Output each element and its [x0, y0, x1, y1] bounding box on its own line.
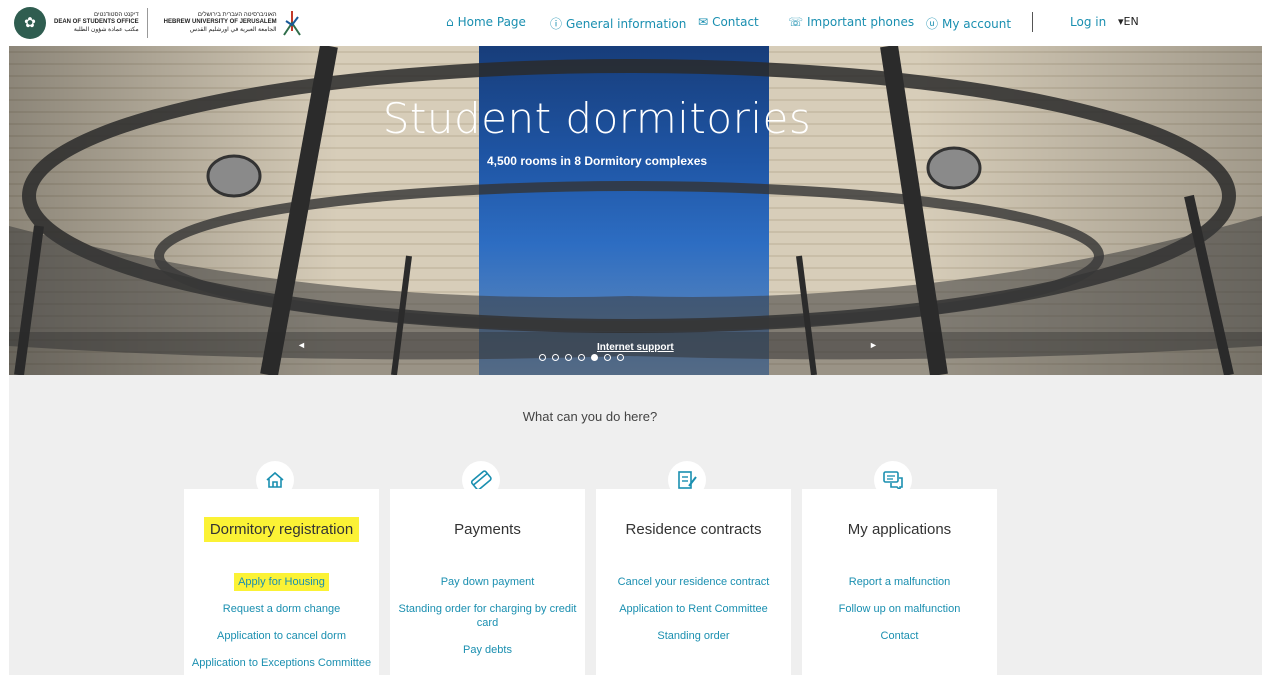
hero-caption-bar [9, 332, 1262, 375]
card-payments: Payments Pay down payment Standing order… [390, 489, 585, 679]
nav-divider [1032, 12, 1033, 32]
carousel-dot-5[interactable] [591, 354, 598, 361]
nav-important-phones-label: Important phones [807, 15, 915, 29]
dso-arabic-name: مكتب عمادة شؤون الطلبة [73, 26, 139, 33]
carousel-dots [539, 354, 624, 361]
section-heading: What can you do here? [522, 409, 658, 424]
card-title: Residence contracts [625, 521, 762, 538]
nav-general-information[interactable]: ⓘ General information [550, 15, 686, 32]
card-title: Payments [454, 521, 521, 538]
nav-important-phones[interactable]: ☏ Important phones [788, 15, 914, 29]
card-links: Pay down payment Standing order for char… [390, 575, 585, 670]
dso-english-name: DEAN OF STUDENTS OFFICE [54, 19, 139, 26]
phone-icon: ☏ [788, 15, 804, 29]
card-links: Report a malfunction Follow up on malfun… [802, 575, 997, 656]
account-icon: ⓤ [926, 17, 939, 31]
carousel-dot-3[interactable] [565, 354, 572, 361]
huji-logo-text: האוניברסיטה העברית בירושלים HEBREW UNIVE… [164, 12, 277, 35]
huji-english-name: HEBREW UNIVERSITY OF JERUSALEM [163, 19, 277, 26]
link-pay-debts[interactable]: Pay debts [390, 643, 585, 657]
link-pay-down-payment[interactable]: Pay down payment [390, 575, 585, 589]
nav-contact-label: Contact [712, 15, 759, 29]
card-links: Apply for Housing Request a dorm change … [184, 573, 379, 683]
site-logo[interactable]: ✿ דיקנט הסטודנטים DEAN OF STUDENTS OFFIC… [14, 6, 303, 40]
card-title: My applications [847, 521, 952, 538]
login-link[interactable]: Log in [1070, 15, 1106, 29]
link-application-rent-committee[interactable]: Application to Rent Committee [596, 602, 791, 616]
carousel-next-arrow-icon[interactable]: ► [869, 340, 878, 350]
card-links: Cancel your residence contract Applicati… [596, 575, 791, 656]
card-title: Dormitory registration [184, 517, 379, 542]
info-icon: ⓘ [550, 17, 563, 31]
top-header: ✿ דיקנט הסטודנטים DEAN OF STUDENTS OFFIC… [0, 0, 1265, 46]
nav-home-page[interactable]: ⌂ Home Page [446, 15, 526, 29]
link-application-cancel-dorm[interactable]: Application to cancel dorm [184, 629, 379, 643]
language-selector[interactable]: ▾EN [1118, 15, 1139, 28]
link-application-exceptions-committee[interactable]: Application to Exceptions Committee [174, 656, 389, 670]
nav-my-account-label: My account [942, 16, 1012, 31]
nav-my-account[interactable]: ⓤ My account [926, 15, 1011, 32]
carousel-dot-7[interactable] [617, 354, 624, 361]
home-icon: ⌂ [446, 15, 454, 29]
link-standing-order-credit-card[interactable]: Standing order for charging by credit ca… [390, 602, 585, 630]
card-residence-contracts: Residence contracts Cancel your residenc… [596, 489, 791, 679]
carousel-dot-4[interactable] [578, 354, 585, 361]
carousel-dot-1[interactable] [539, 354, 546, 361]
huji-arabic-name: الجامعة العبرية في اورشليم القدس [189, 26, 277, 33]
link-standing-order[interactable]: Standing order [596, 629, 791, 643]
carousel-prev-arrow-icon[interactable]: ◄ [297, 340, 306, 350]
link-follow-up-malfunction[interactable]: Follow up on malfunction [802, 602, 997, 616]
card-title-text: Dormitory registration [203, 517, 360, 542]
link-cancel-residence-contract[interactable]: Cancel your residence contract [596, 575, 791, 589]
nav-home-label: Home Page [457, 15, 526, 29]
hero-subtitle: 4,500 rooms in 8 Dormitory complexes [486, 154, 708, 168]
nav-general-information-label: General information [566, 16, 687, 31]
logo-divider [146, 8, 148, 38]
card-dormitory-registration: Dormitory registration Apply for Housing… [184, 489, 379, 679]
huji-menorah-icon [282, 11, 301, 36]
hero-title: Student dormitories [382, 94, 812, 143]
nav-contact[interactable]: ✉ Contact [698, 15, 759, 29]
hero-carousel: Student dormitories 4,500 rooms in 8 Dor… [9, 46, 1262, 375]
carousel-dot-6[interactable] [604, 354, 611, 361]
dso-logo-text: דיקנט הסטודנטים DEAN OF STUDENTS OFFICE … [54, 12, 139, 35]
link-apply-for-housing[interactable]: Apply for Housing [234, 573, 329, 591]
link-report-malfunction[interactable]: Report a malfunction [802, 575, 997, 589]
dean-of-students-emblem-icon: ✿ [14, 7, 46, 39]
contact-icon: ✉ [698, 15, 709, 29]
link-request-dorm-change[interactable]: Request a dorm change [184, 602, 379, 616]
card-my-applications: My applications Report a malfunction Fol… [802, 489, 997, 679]
dso-hebrew-name: דיקנט הסטודנטים [94, 11, 139, 18]
hero-caption-link[interactable]: Internet support [597, 342, 674, 353]
huji-hebrew-name: האוניברסיטה העברית בירושלים [197, 11, 277, 18]
carousel-dot-2[interactable] [552, 354, 559, 361]
link-contact[interactable]: Contact [802, 629, 997, 643]
